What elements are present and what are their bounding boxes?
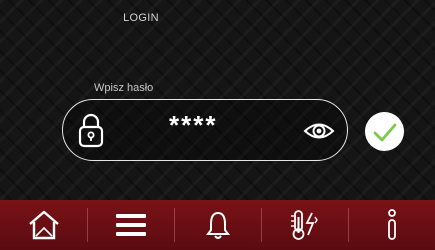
login-screen: LOGIN Wpisz hasło **** [0, 0, 435, 250]
nav-info[interactable] [348, 200, 435, 250]
page-title: LOGIN [123, 12, 159, 24]
password-value: **** [169, 110, 218, 140]
lock-icon [78, 113, 104, 148]
confirm-button[interactable] [365, 112, 404, 151]
eye-icon[interactable] [303, 120, 335, 142]
thermometer-icon [290, 210, 318, 240]
bottom-nav [0, 200, 435, 250]
password-label: Wpisz hasło [94, 82, 154, 94]
home-icon [28, 210, 59, 240]
info-icon [387, 209, 396, 240]
bell-icon [205, 211, 230, 239]
checkmark-icon [373, 123, 397, 142]
nav-alerts[interactable] [174, 200, 261, 250]
password-field[interactable]: **** [62, 99, 348, 161]
menu-icon [115, 214, 146, 236]
nav-home[interactable] [0, 200, 87, 250]
nav-menu[interactable] [87, 200, 174, 250]
nav-temperature[interactable] [261, 200, 348, 250]
